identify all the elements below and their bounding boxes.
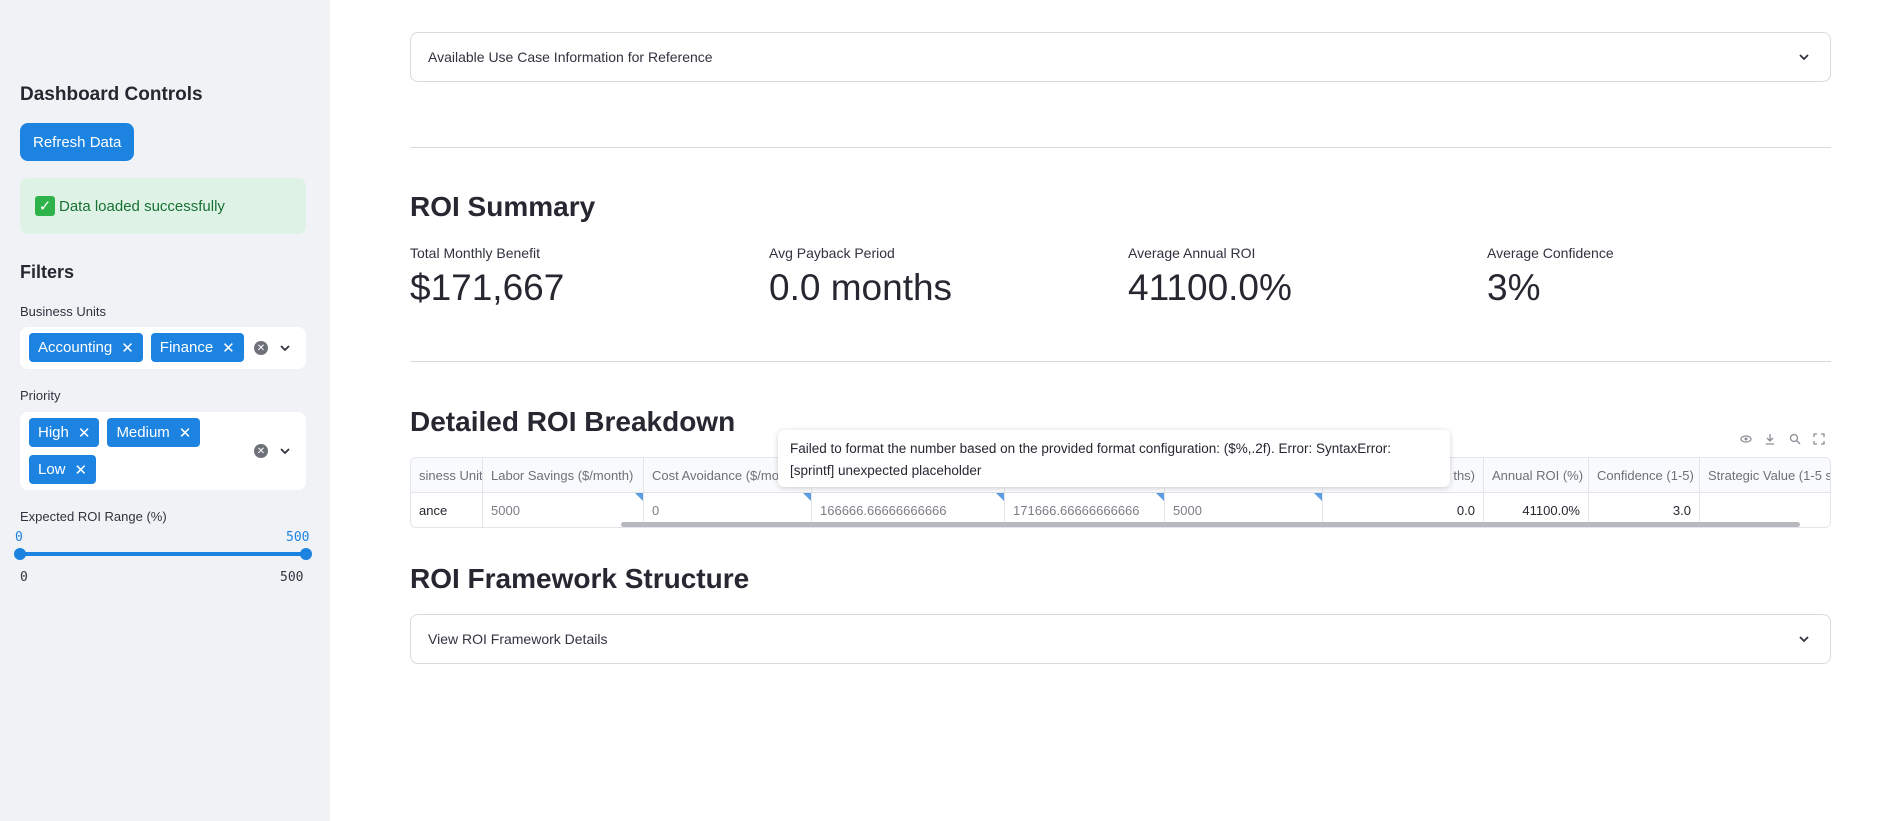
metric-average-confidence: Average Confidence 3%: [1487, 245, 1614, 308]
table-toolbar: [1734, 429, 1831, 449]
filters-heading: Filters: [20, 262, 75, 282]
table-cell[interactable]: 5000: [483, 493, 644, 527]
priority-multiselect[interactable]: High ✕ Medium ✕ Low ✕ ✕: [20, 412, 306, 490]
slider-max-label: 500: [280, 570, 304, 585]
roi-framework-structure-title: ROI Framework Structure: [410, 563, 750, 594]
sidebar: Dashboard Controls Refresh Data ✓ Data l…: [0, 0, 330, 821]
column-header[interactable]: Strategic Value (1-5 sc: [1700, 458, 1830, 493]
column-header[interactable]: Confidence (1-5): [1589, 458, 1700, 493]
tag-high[interactable]: High ✕: [29, 418, 100, 447]
table-horizontal-scrollbar[interactable]: [621, 522, 1800, 527]
chevron-down-icon[interactable]: [1798, 51, 1810, 63]
roi-range-label: Expected ROI Range (%): [20, 509, 167, 524]
chevron-down-icon[interactable]: [279, 445, 291, 457]
roi-framework-expander-label: View ROI Framework Details: [428, 631, 608, 647]
roi-range-slider-track[interactable]: [20, 552, 306, 556]
divider: [410, 361, 1831, 362]
remove-tag-icon[interactable]: ✕: [179, 424, 192, 442]
metric-total-monthly-benefit: Total Monthly Benefit $171,667: [410, 245, 565, 308]
cell-flag-icon: [996, 493, 1004, 501]
cell-flag-icon: [635, 493, 643, 501]
success-alert: ✓ Data loaded successfully: [20, 178, 306, 234]
priority-label: Priority: [20, 388, 61, 403]
chevron-down-icon[interactable]: [279, 342, 291, 354]
slider-high-handle[interactable]: [300, 548, 312, 560]
success-message: Data loaded successfully: [59, 197, 225, 215]
divider: [410, 147, 1831, 148]
roi-framework-expander[interactable]: View ROI Framework Details: [410, 614, 1831, 664]
tag-accounting[interactable]: Accounting ✕: [29, 333, 143, 362]
metric-average-annual-roi: Average Annual ROI 41100.0%: [1128, 245, 1292, 308]
clear-all-icon[interactable]: ✕: [254, 341, 268, 355]
sidebar-title: Dashboard Controls: [20, 84, 203, 105]
cell-flag-icon: [1314, 493, 1322, 501]
table-cell[interactable]: ance: [411, 493, 483, 527]
slider-low-value: 0: [15, 530, 23, 545]
clear-all-icon[interactable]: ✕: [254, 444, 268, 458]
cell-flag-icon: [803, 493, 811, 501]
use-case-expander[interactable]: Available Use Case Information for Refer…: [410, 32, 1831, 82]
metric-avg-payback-period: Avg Payback Period 0.0 months: [769, 245, 953, 308]
roi-summary-title: ROI Summary: [410, 191, 596, 222]
remove-tag-icon[interactable]: ✕: [121, 339, 134, 357]
detailed-roi-breakdown-title: Detailed ROI Breakdown: [410, 406, 736, 437]
business-units-label: Business Units: [20, 304, 106, 319]
search-icon[interactable]: [1789, 433, 1801, 445]
business-units-multiselect[interactable]: Accounting ✕ Finance ✕ ✕: [20, 327, 306, 369]
check-icon: ✓: [35, 196, 55, 216]
column-header[interactable]: Annual ROI (%): [1484, 458, 1589, 493]
slider-high-value: 500: [286, 530, 310, 545]
use-case-expander-label: Available Use Case Information for Refer…: [428, 49, 713, 65]
tag-medium[interactable]: Medium ✕: [107, 418, 201, 447]
cell-flag-icon: [1156, 493, 1164, 501]
refresh-data-button[interactable]: Refresh Data: [20, 123, 135, 161]
remove-tag-icon[interactable]: ✕: [75, 461, 88, 479]
slider-min-label: 0: [20, 570, 28, 585]
fullscreen-icon[interactable]: [1813, 433, 1825, 445]
tag-low[interactable]: Low ✕: [29, 455, 97, 484]
column-header[interactable]: Labor Savings ($/month): [483, 458, 644, 493]
remove-tag-icon[interactable]: ✕: [78, 424, 91, 442]
chevron-down-icon[interactable]: [1798, 633, 1810, 645]
column-header[interactable]: siness Unit: [411, 458, 483, 493]
tag-finance[interactable]: Finance ✕: [150, 333, 244, 362]
slider-low-handle[interactable]: [14, 548, 26, 560]
format-error-tooltip: Failed to format the number based on the…: [778, 430, 1450, 487]
remove-tag-icon[interactable]: ✕: [222, 339, 235, 357]
main-menu-icon[interactable]: ⋮: [1876, 12, 1884, 30]
download-icon[interactable]: [1764, 433, 1776, 445]
eye-icon[interactable]: [1740, 433, 1752, 445]
